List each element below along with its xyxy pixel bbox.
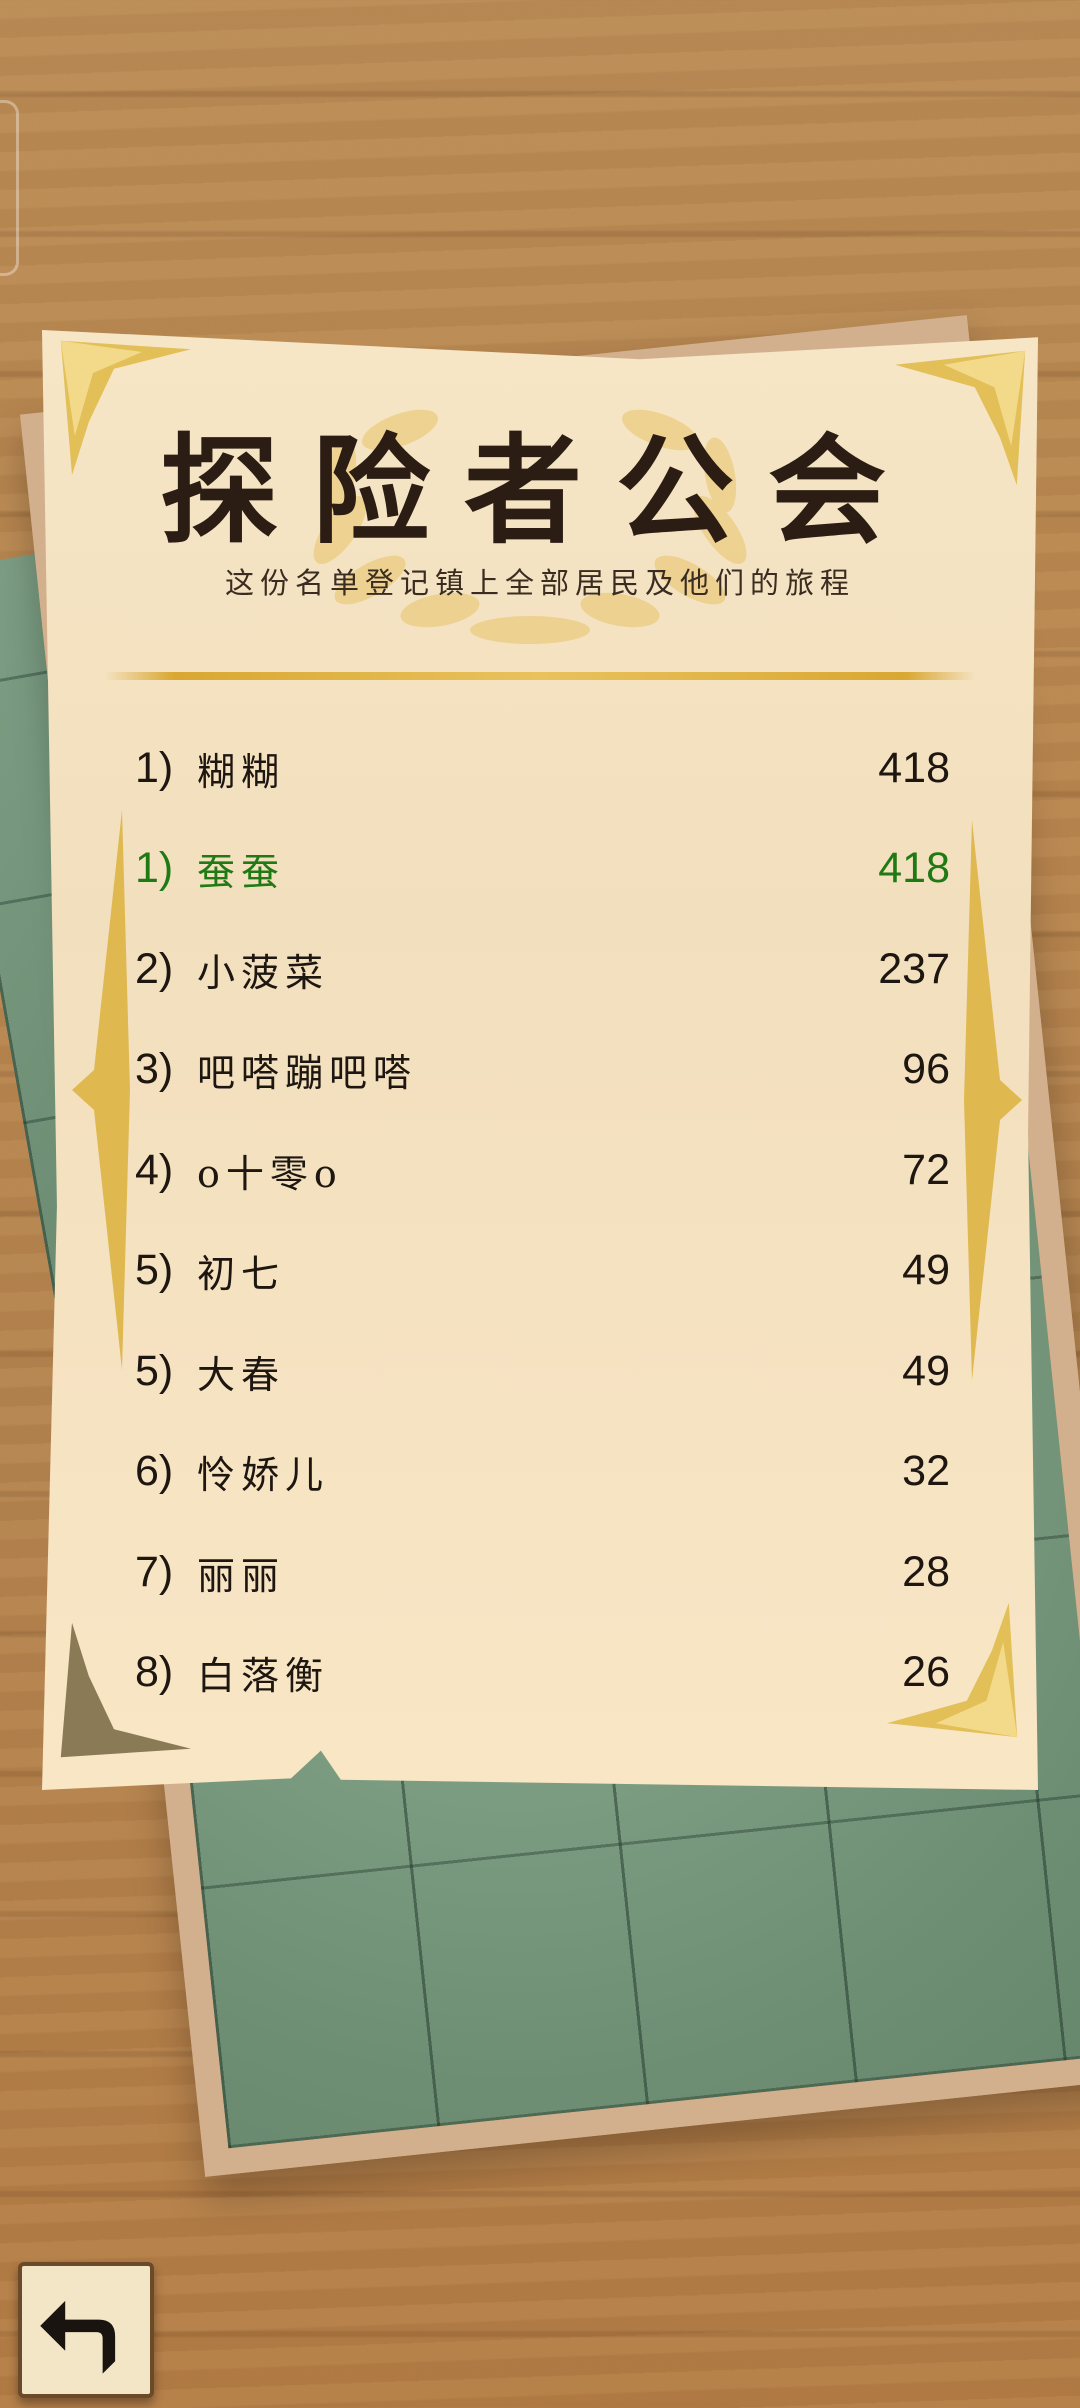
row-score: 237: [878, 944, 950, 993]
row-name: 白落衡: [197, 1654, 330, 1699]
row-name: 糊糊: [197, 749, 286, 794]
row-name: 初七: [197, 1252, 286, 1297]
leaderboard-row: 8) 白落衡 26: [135, 1623, 950, 1724]
row-name: o十零o: [197, 1151, 343, 1196]
page-title: 探险者公会: [159, 421, 920, 560]
back-button[interactable]: [18, 2262, 154, 2398]
side-ornament-left: [72, 810, 132, 1370]
row-rank: 2): [135, 944, 174, 993]
row-score: 28: [902, 1547, 950, 1596]
gold-divider: [105, 672, 975, 680]
leaderboard-row: 7) 丽丽 28: [135, 1522, 950, 1623]
leaderboard-row: 6) 怜娇儿 32: [135, 1422, 950, 1523]
page-subtitle: 这份名单登记镇上全部居民及他们的旅程: [224, 566, 855, 600]
row-score: 418: [878, 743, 950, 792]
row-name: 吧嗒蹦吧嗒: [197, 1051, 418, 1096]
back-arrow-icon: [40, 2300, 116, 2374]
row-rank: 8): [135, 1648, 174, 1697]
row-rank: 1): [135, 743, 174, 792]
row-score: 96: [902, 1045, 950, 1094]
row-score: 72: [902, 1145, 950, 1194]
row-name: 蚕蚕: [197, 850, 286, 895]
row-rank: 5): [135, 1346, 174, 1395]
leaderboard-row: 3) 吧嗒蹦吧嗒 96: [135, 1020, 950, 1121]
row-rank: 1): [135, 844, 174, 893]
row-score: 32: [902, 1447, 950, 1496]
row-score: 49: [902, 1346, 950, 1395]
row-name: 丽丽: [197, 1553, 286, 1598]
row-rank: 7): [135, 1547, 174, 1596]
row-name: 怜娇儿: [197, 1453, 330, 1498]
leaderboard-row: 2) 小菠菜 237: [135, 919, 950, 1020]
leaderboard-row: 4) o十零o 72: [135, 1120, 950, 1221]
side-panel-edge: [0, 100, 19, 276]
row-name: 大春: [197, 1352, 286, 1397]
row-score: 418: [878, 844, 950, 893]
row-score: 26: [902, 1648, 950, 1697]
row-name: 小菠菜: [197, 950, 330, 995]
leaderboard-list: 1) 糊糊 418 1) 蚕蚕 418 2) 小菠菜 237 3) 吧嗒蹦吧嗒 …: [135, 718, 950, 1723]
leaderboard-row: 1) 糊糊 418: [135, 718, 950, 819]
row-rank: 4): [135, 1145, 174, 1194]
row-rank: 5): [135, 1246, 174, 1295]
row-score: 49: [902, 1246, 950, 1295]
side-ornament-right: [962, 820, 1022, 1380]
leaderboard-row: 5) 初七 49: [135, 1221, 950, 1322]
leaderboard-row: 5) 大春 49: [135, 1321, 950, 1422]
leaderboard-row-current-player: 1) 蚕蚕 418: [135, 819, 950, 920]
row-rank: 3): [135, 1045, 174, 1094]
row-rank: 6): [135, 1447, 174, 1496]
